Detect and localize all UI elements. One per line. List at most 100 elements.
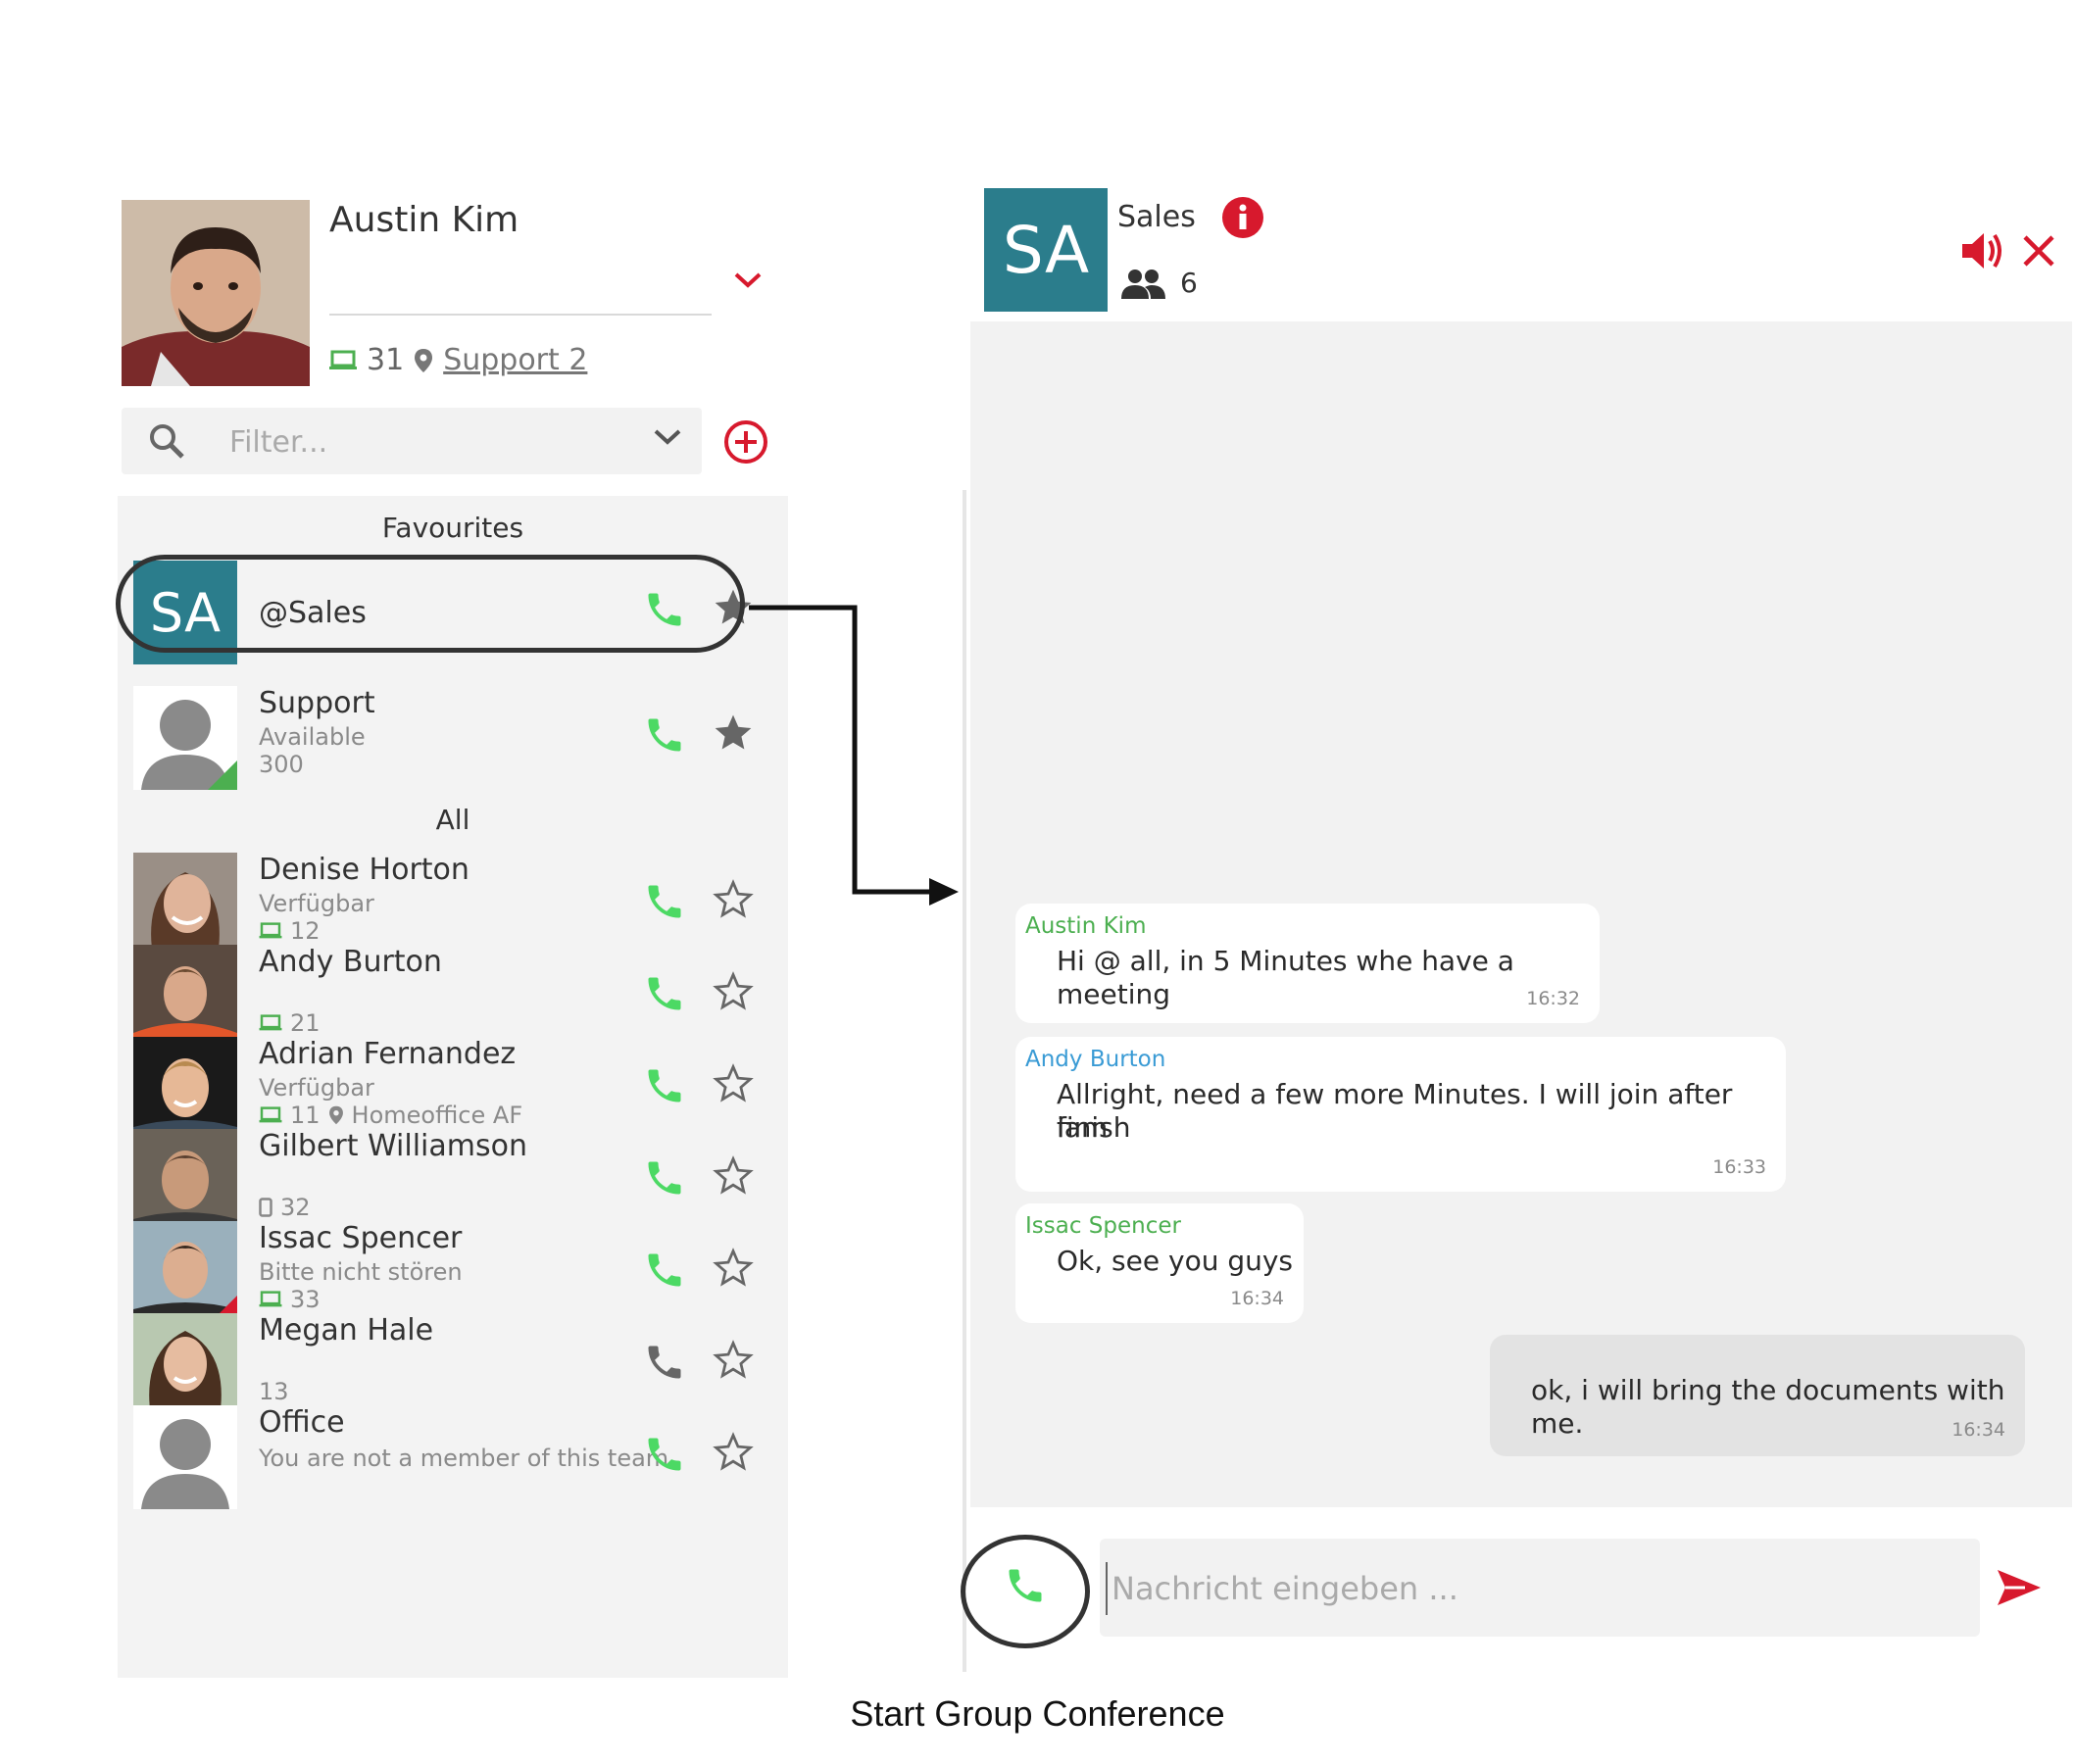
- info-icon[interactable]: [1221, 196, 1264, 239]
- message-composer: [1100, 1539, 1980, 1637]
- group-avatar: SA: [984, 188, 1108, 312]
- group-members-icon: [1121, 269, 1165, 299]
- contact-extension: 33: [290, 1286, 321, 1313]
- message-text: Ok, see you guys: [1057, 1245, 1294, 1277]
- chevron-down-icon[interactable]: [733, 270, 763, 290]
- chevron-down-icon[interactable]: [653, 427, 682, 447]
- avatar: [133, 853, 237, 956]
- profile-avatar[interactable]: [122, 200, 310, 386]
- chat-messages-area[interactable]: Austin Kim Hi @ all, in 5 Minutes whe ha…: [970, 321, 2072, 1507]
- figure-caption: Start Group Conference: [850, 1693, 1225, 1734]
- user-name: Austin Kim: [329, 200, 519, 240]
- contact-name: Megan Hale: [259, 1313, 434, 1348]
- contact-extension: 11: [290, 1102, 321, 1129]
- message-text: Hi @ all, in 5 Minutes whe have a meetin…: [1057, 945, 1514, 1010]
- message-sender: Andy Burton: [1025, 1047, 1166, 1072]
- star-outline-icon[interactable]: [712, 1062, 755, 1105]
- message-time: 16:32: [1526, 988, 1580, 1009]
- phone-icon[interactable]: [643, 880, 686, 923]
- message-bubble: Austin Kim Hi @ all, in 5 Minutes whe ha…: [1015, 904, 1600, 1023]
- phone-icon[interactable]: [1004, 1564, 1047, 1607]
- phone-icon[interactable]: [643, 1064, 686, 1107]
- star-outline-icon[interactable]: [712, 1339, 755, 1382]
- speaker-icon[interactable]: [1958, 229, 2005, 272]
- contact-status: Available: [259, 723, 366, 751]
- contact-status: Bitte nicht stören: [259, 1258, 463, 1286]
- phone-icon[interactable]: [643, 1156, 686, 1200]
- avatar: [133, 1037, 237, 1141]
- profile-extension-row: 31 Support 2: [329, 343, 587, 377]
- contact-name: Adrian Fernandez: [259, 1037, 517, 1071]
- contact-name: Gilbert Williamson: [259, 1129, 527, 1163]
- desktop-icon: [259, 1014, 282, 1031]
- message-input[interactable]: [1106, 1562, 1956, 1615]
- desktop-icon: [259, 1106, 282, 1123]
- phone-icon[interactable]: [643, 713, 686, 757]
- list-item[interactable]: Office You are not a member of this team: [133, 1405, 780, 1513]
- search-icon: [147, 421, 186, 461]
- avatar: [133, 945, 237, 1049]
- message-text-line: finish: [1057, 1111, 1131, 1144]
- contact-status: Verfügbar: [259, 890, 374, 917]
- desktop-icon: [329, 350, 357, 369]
- star-outline-icon[interactable]: [712, 1431, 755, 1474]
- contact-extension: 32: [280, 1194, 311, 1221]
- profile-extension: 31: [367, 343, 405, 377]
- avatar: [133, 686, 237, 790]
- mobile-icon: [259, 1198, 272, 1217]
- add-contact-button[interactable]: [723, 419, 768, 465]
- group-name: Sales: [1117, 200, 1196, 234]
- contact-status: You are not a member of this team: [259, 1445, 669, 1472]
- group-call-button[interactable]: [1004, 1564, 1047, 1607]
- avatar: [133, 1405, 237, 1509]
- avatar: [133, 1221, 237, 1325]
- location-link[interactable]: Support 2: [443, 343, 587, 377]
- status-message-field[interactable]: [329, 314, 712, 316]
- contact-name: Andy Burton: [259, 945, 442, 979]
- phone-icon[interactable]: [643, 1249, 686, 1292]
- contact-extension-row: 11 Homeoffice AF: [259, 1102, 522, 1129]
- connector-arrow: [749, 605, 959, 906]
- star-outline-icon[interactable]: [712, 1247, 755, 1290]
- close-icon[interactable]: [2021, 233, 2056, 269]
- phone-icon[interactable]: [643, 1433, 686, 1476]
- contact-extension-row: 12: [259, 917, 321, 945]
- star-outline-icon[interactable]: [712, 1154, 755, 1198]
- filter-input[interactable]: [227, 419, 614, 465]
- contact-name: Issac Spencer: [259, 1221, 463, 1255]
- location-pin-icon: [415, 348, 433, 372]
- highlight-outline: [116, 555, 745, 653]
- message-sender: Issac Spencer: [1025, 1213, 1181, 1239]
- location-pin-icon: [328, 1105, 343, 1125]
- message-time: 16:34: [1951, 1419, 2005, 1441]
- panel-divider: [963, 490, 966, 1672]
- contact-location: Homeoffice AF: [351, 1102, 523, 1129]
- member-count: 6: [1180, 267, 1198, 299]
- contact-extension: 21: [290, 1009, 321, 1037]
- section-favourites: Favourites: [381, 512, 524, 544]
- contact-extension: 12: [290, 917, 321, 945]
- phone-icon[interactable]: [643, 1341, 686, 1384]
- send-icon[interactable]: [1996, 1566, 2043, 1609]
- contact-name: Office: [259, 1405, 345, 1440]
- star-outline-icon[interactable]: [712, 970, 755, 1013]
- message-bubble: Andy Burton Allright, need a few more Mi…: [1015, 1037, 1786, 1192]
- member-count-row: 6: [1119, 267, 1198, 299]
- contact-list: Favourites SA @Sales Support Available 3…: [118, 496, 788, 1678]
- section-all: All: [435, 804, 470, 836]
- avatar: [133, 1129, 237, 1233]
- message-time: 16:33: [1712, 1156, 1766, 1178]
- message-time: 16:34: [1230, 1288, 1284, 1309]
- contact-extension-row: 300: [259, 751, 304, 778]
- message-text-line: Allright, need a few more Minutes. I wil…: [1057, 1078, 1733, 1144]
- contact-name: Support: [259, 686, 375, 720]
- desktop-icon: [259, 922, 282, 939]
- avatar: [133, 1313, 237, 1417]
- contact-extension-row: 21: [259, 1009, 321, 1037]
- desktop-icon: [259, 1291, 282, 1307]
- message-bubble: Issac Spencer Ok, see you guys 16:34: [1015, 1203, 1304, 1323]
- filter-bar: [122, 408, 702, 474]
- contact-status: Verfügbar: [259, 1074, 374, 1102]
- phone-icon[interactable]: [643, 972, 686, 1015]
- list-item[interactable]: Support Available 300: [133, 686, 780, 794]
